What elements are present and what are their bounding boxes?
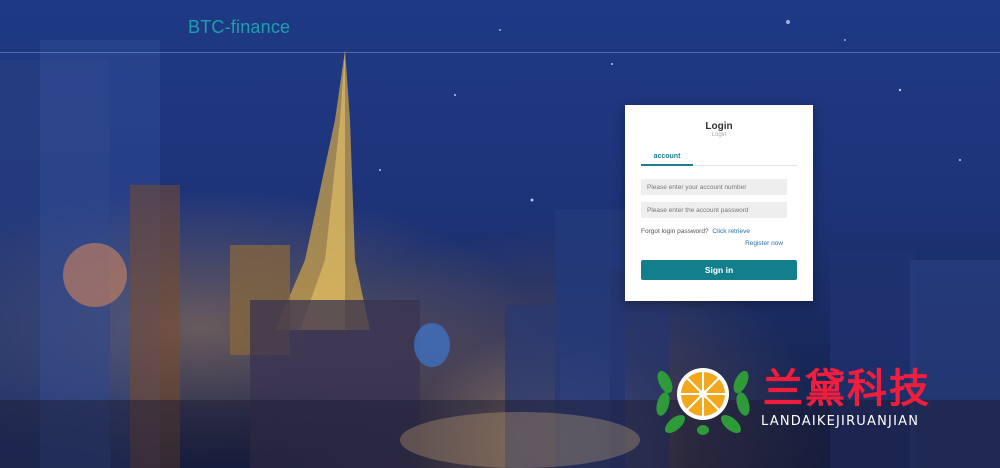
orange-laurel-logo-icon xyxy=(656,368,750,435)
watermark-chinese-text: 兰黛科技 xyxy=(763,366,931,412)
account-password-input[interactable] xyxy=(641,202,787,218)
register-now-link[interactable]: Register now xyxy=(745,240,783,247)
login-title: Login xyxy=(705,121,733,132)
login-subtitle: Login xyxy=(711,132,727,138)
account-number-input[interactable] xyxy=(641,179,787,195)
brand-title[interactable]: BTC-finance xyxy=(188,17,290,38)
forgot-password-row: Forgot login password? Click retrieve xyxy=(641,228,750,235)
sign-in-button[interactable]: Sign in xyxy=(641,260,797,280)
forgot-password-label: Forgot login password? xyxy=(641,228,709,235)
login-tabs: account xyxy=(641,152,797,166)
login-card: Login Login account Forgot login passwor… xyxy=(625,105,813,301)
top-header-bar: BTC-finance xyxy=(0,0,1000,53)
tab-account[interactable]: account xyxy=(641,152,693,166)
watermark: 兰黛科技 LANDAIKEJIRUANJIAN xyxy=(655,352,975,438)
click-retrieve-link[interactable]: Click retrieve xyxy=(712,228,750,235)
watermark-english-text: LANDAIKEJIRUANJIAN xyxy=(761,414,920,429)
